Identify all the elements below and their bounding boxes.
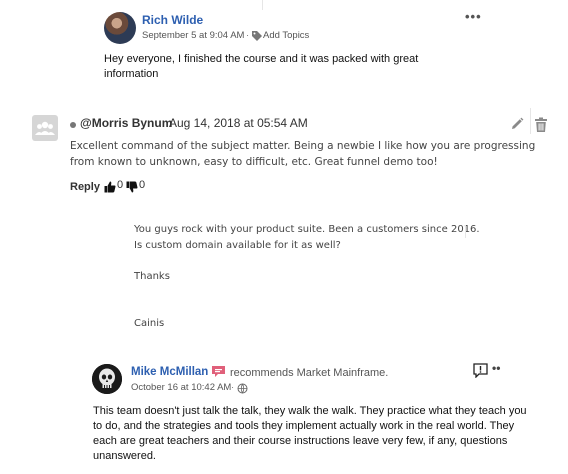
skull-avatar[interactable] xyxy=(92,364,122,394)
more-options-button[interactable]: ••• xyxy=(465,9,482,24)
message-line: Is custom domain available for it as wel… xyxy=(134,240,341,251)
comment-author[interactable]: @Morris Bynum xyxy=(80,116,172,130)
thumbs-up-icon[interactable] xyxy=(104,181,116,193)
tag-icon[interactable] xyxy=(251,30,263,42)
flag-icon[interactable] xyxy=(473,363,488,378)
post-date[interactable]: October 16 at 10:42 AM xyxy=(131,382,231,393)
more-options-button[interactable]: •• xyxy=(492,361,500,375)
message-signature: Cainis xyxy=(134,318,165,329)
add-topics-link[interactable]: Add Topics xyxy=(263,30,309,41)
message-line: You guys rock with your product suite. B… xyxy=(134,224,480,235)
author-name[interactable]: Mike McMillan xyxy=(131,366,208,378)
meta-separator: · xyxy=(231,382,235,393)
thumbs-down-icon[interactable] xyxy=(126,181,138,193)
chat-badge-icon xyxy=(212,366,225,377)
message-line: Thanks xyxy=(134,271,170,282)
dislike-count: 0 xyxy=(139,179,146,191)
post-body: Hey everyone, I finished the course and … xyxy=(104,53,419,80)
avatar[interactable] xyxy=(104,12,136,44)
post-date[interactable]: September 5 at 9:04 AM xyxy=(142,30,244,41)
meta-separator: · xyxy=(246,30,250,41)
comment-date: Aug 14, 2018 at 05:54 AM xyxy=(169,116,308,130)
comment-body: Excellent command of the subject matter.… xyxy=(70,140,536,168)
edit-icon[interactable] xyxy=(509,116,525,132)
trash-icon[interactable] xyxy=(534,117,548,133)
group-avatar-icon xyxy=(32,115,58,141)
text-cursor xyxy=(465,225,466,238)
recommendation-text: recommends Market Mainframe. xyxy=(230,367,389,379)
online-status-dot xyxy=(70,122,76,128)
like-count: 0 xyxy=(117,179,124,191)
action-divider xyxy=(530,108,531,134)
reply-button[interactable]: Reply xyxy=(70,181,100,193)
post-body: This team doesn't just talk the talk, th… xyxy=(93,405,527,462)
globe-icon xyxy=(237,383,248,394)
top-divider xyxy=(262,0,263,10)
author-name[interactable]: Rich Wilde xyxy=(142,13,203,27)
